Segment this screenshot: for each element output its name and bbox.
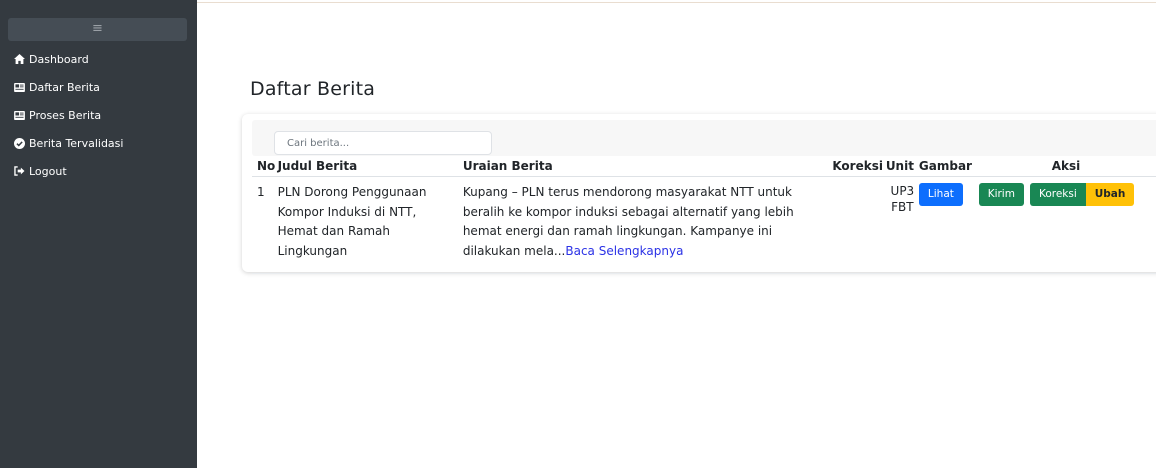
- search-bar: [252, 120, 1156, 156]
- column-header-aksi: Aksi: [978, 156, 1156, 177]
- sidebar-item-dashboard[interactable]: Dashboard: [0, 45, 197, 73]
- news-card: No Judul Berita Uraian Berita Koreksi Un…: [242, 114, 1156, 274]
- kirim-button[interactable]: Kirim: [978, 183, 1024, 206]
- column-header-koreksi: Koreksi: [832, 156, 886, 177]
- sidebar-item-label: Proses Berita: [29, 108, 102, 122]
- sidebar-item-berita-tervalidasi[interactable]: Berita Tervalidasi: [0, 129, 197, 157]
- read-more-link[interactable]: Baca Selengkapnya: [565, 244, 683, 258]
- newspaper-icon: [14, 110, 25, 121]
- news-table: No Judul Berita Uraian Berita Koreksi Un…: [252, 156, 1156, 274]
- sidebar-item-label: Dashboard: [29, 52, 89, 66]
- cell-unit: UP3 FBT: [885, 176, 919, 274]
- aksi-header-label: Aksi: [1051, 159, 1081, 173]
- judul-text: PLN Dorong Penggunaan Kompor Induksi di …: [277, 185, 427, 258]
- sidebar-item-label: Berita Tervalidasi: [29, 136, 124, 150]
- cell-aksi: Kirim Koreksi Ubah: [978, 176, 1156, 274]
- sidebar-item-label: Logout: [29, 164, 67, 178]
- sidebar-menu: Dashboard Daftar Berita Proses Berita Be…: [0, 45, 197, 185]
- cell-no: 1: [252, 176, 278, 274]
- sidebar-item-daftar-berita[interactable]: Daftar Berita: [0, 73, 197, 101]
- sidebar-toggle-button[interactable]: ≡: [8, 18, 187, 41]
- table-row: 1 PLN Dorong Penggunaan Kompor Induksi d…: [252, 176, 1156, 274]
- ubah-button[interactable]: Ubah: [1085, 183, 1135, 206]
- lihat-image-button[interactable]: Lihat: [918, 183, 963, 206]
- table-header-row: No Judul Berita Uraian Berita Koreksi Un…: [252, 156, 1156, 177]
- page-title: Daftar Berita: [250, 78, 376, 100]
- column-header-uraian: Uraian Berita: [462, 156, 833, 177]
- uraian-text-wrapper: Kupang – PLN terus mendorong masyarakat …: [463, 183, 813, 261]
- sidebar-item-label: Daftar Berita: [29, 80, 100, 94]
- sidebar: ≡ Dashboard Daftar Berita Proses Berita …: [0, 0, 197, 468]
- koreksi-button[interactable]: Koreksi: [1029, 183, 1086, 206]
- column-header-no: No: [252, 156, 278, 177]
- search-input[interactable]: [274, 131, 492, 155]
- check-circle-icon: [14, 137, 25, 149]
- column-header-unit: Unit: [885, 156, 919, 177]
- newspaper-icon: [14, 82, 25, 93]
- cell-gambar: Lihat: [918, 176, 979, 274]
- logout-icon: [14, 166, 25, 177]
- sidebar-item-logout[interactable]: Logout: [0, 157, 197, 185]
- unit-text: UP3 FBT: [890, 184, 915, 214]
- column-header-gambar: Gambar: [918, 156, 979, 177]
- column-header-judul: Judul Berita: [277, 156, 463, 177]
- home-icon: [14, 54, 25, 65]
- cell-uraian: Kupang – PLN terus mendorong masyarakat …: [462, 176, 833, 274]
- sidebar-item-proses-berita[interactable]: Proses Berita: [0, 101, 197, 129]
- cell-koreksi: [832, 176, 886, 274]
- cell-judul: PLN Dorong Penggunaan Kompor Induksi di …: [277, 176, 463, 274]
